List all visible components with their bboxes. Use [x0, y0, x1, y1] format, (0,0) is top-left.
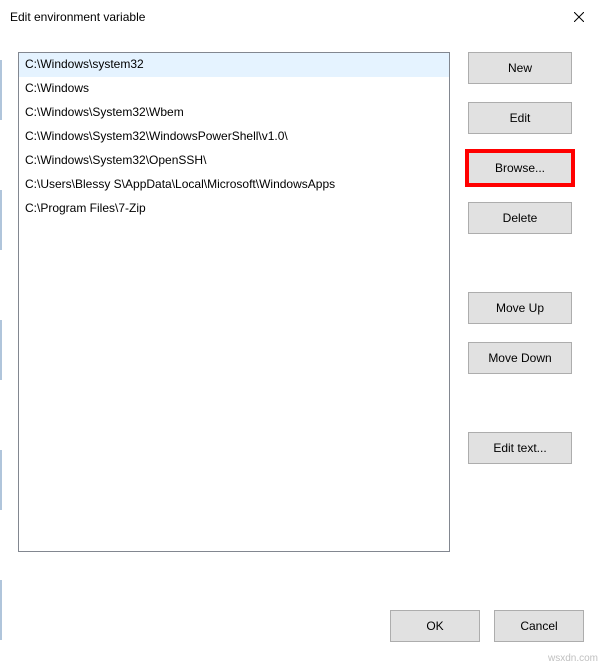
close-button[interactable] — [556, 0, 602, 34]
list-item[interactable]: C:\Windows\System32\OpenSSH\ — [19, 149, 449, 173]
dialog-content: C:\Windows\system32C:\WindowsC:\Windows\… — [0, 34, 602, 552]
browse-button[interactable]: Browse... — [468, 152, 572, 184]
close-icon — [574, 12, 584, 22]
list-item[interactable]: C:\Windows\System32\WindowsPowerShell\v1… — [19, 125, 449, 149]
delete-button[interactable]: Delete — [468, 202, 572, 234]
dialog-title: Edit environment variable — [10, 10, 145, 24]
list-item[interactable]: C:\Windows — [19, 77, 449, 101]
edit-button[interactable]: Edit — [468, 102, 572, 134]
new-button[interactable]: New — [468, 52, 572, 84]
ok-button[interactable]: OK — [390, 610, 480, 642]
list-item[interactable]: C:\Program Files\7-Zip — [19, 197, 449, 221]
list-item[interactable]: C:\Windows\System32\Wbem — [19, 101, 449, 125]
edit-text-button[interactable]: Edit text... — [468, 432, 572, 464]
move-up-button[interactable]: Move Up — [468, 292, 572, 324]
path-listbox[interactable]: C:\Windows\system32C:\WindowsC:\Windows\… — [18, 52, 450, 552]
list-item[interactable]: C:\Windows\system32 — [19, 53, 449, 77]
move-down-button[interactable]: Move Down — [468, 342, 572, 374]
watermark: wsxdn.com — [548, 653, 598, 664]
cancel-button[interactable]: Cancel — [494, 610, 584, 642]
window-left-edge-artifact — [0, 60, 2, 664]
titlebar: Edit environment variable — [0, 0, 602, 34]
dialog-footer: OK Cancel — [390, 610, 584, 642]
side-button-column: New Edit Browse... Delete Move Up Move D… — [468, 52, 572, 552]
list-item[interactable]: C:\Users\Blessy S\AppData\Local\Microsof… — [19, 173, 449, 197]
